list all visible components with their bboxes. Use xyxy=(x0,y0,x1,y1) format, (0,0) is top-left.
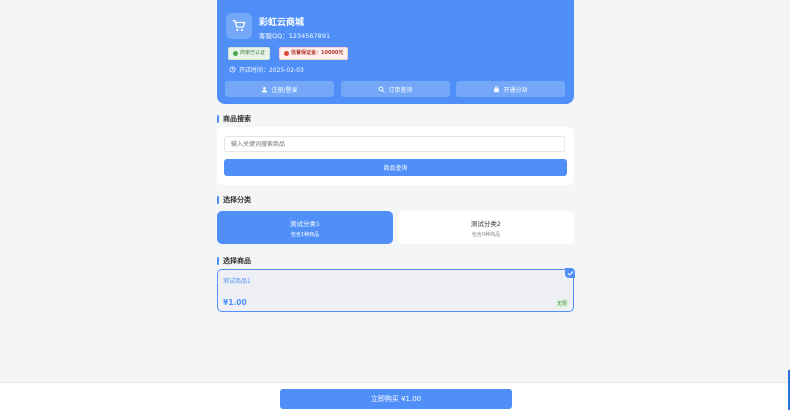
buy-now-button[interactable]: 立即购买 ¥1.00 xyxy=(280,389,512,409)
search-section-title: 商品搜索 xyxy=(217,114,574,124)
order-query-label: 订单查询 xyxy=(388,86,413,94)
login-register-label: 注册/登录 xyxy=(271,86,298,94)
product-card[interactable]: 测试商品1 ¥1.00 无限 xyxy=(217,268,575,312)
category-name: 测试分类2 xyxy=(470,219,502,228)
shop-name: 彩虹云商城 xyxy=(259,18,305,28)
shop-open-time-label: 开店时间：2025-02-03 xyxy=(239,67,304,74)
customer-service-qq: 客服QQ：1234567891 xyxy=(259,32,331,40)
search-icon xyxy=(379,86,386,93)
footer-bar: 立即购买 ¥1.00 xyxy=(0,382,790,413)
order-query-button[interactable]: 订单查询 xyxy=(341,81,450,97)
product-section-title: 选择商品 xyxy=(217,256,574,266)
shield-icon xyxy=(284,51,289,56)
category-count: 包含1种商品 xyxy=(290,231,320,238)
clock-icon xyxy=(229,66,236,73)
shopping-bag-icon xyxy=(494,85,500,92)
product-search-button[interactable]: 商品查询 xyxy=(224,159,567,176)
open-substation-label: 开通分站 xyxy=(503,86,528,94)
product-name: 测试商品1 xyxy=(223,278,251,285)
stock-badge: 无限 xyxy=(554,299,569,308)
product-price: ¥1.00 xyxy=(223,298,247,307)
search-input[interactable] xyxy=(224,136,565,152)
category-section-title-text: 选择分类 xyxy=(223,196,251,204)
category-item-2[interactable]: 测试分类2 包含0种商品 xyxy=(398,211,574,244)
category-item-1[interactable]: 测试分类1 包含1种商品 xyxy=(217,211,393,244)
shop-open-time: 开店时间：2025-02-03 xyxy=(229,65,304,74)
product-section-title-text: 选择商品 xyxy=(223,257,251,265)
search-section-title-text: 商品搜索 xyxy=(223,115,251,123)
checkmark-icon xyxy=(565,268,575,278)
deposit-badge: 信誉保证金：10000元 xyxy=(279,47,349,60)
open-substation-button[interactable]: 开通分站 xyxy=(456,81,565,97)
category-section-title: 选择分类 xyxy=(217,195,574,205)
shop-header-card: 彩虹云商城 客服QQ：1234567891 商家已认证 信誉保证金：10000元… xyxy=(217,0,574,104)
search-card: 商品查询 xyxy=(217,127,574,185)
deposit-badge-label: 信誉保证金：10000元 xyxy=(291,50,344,56)
category-count: 包含0种商品 xyxy=(471,231,501,238)
login-register-button[interactable]: 注册/登录 xyxy=(225,81,334,97)
user-icon xyxy=(262,86,268,92)
cart-icon xyxy=(226,13,252,39)
category-name: 测试分类1 xyxy=(289,219,321,228)
check-icon xyxy=(233,51,238,56)
verified-badge: 商家已认证 xyxy=(228,47,271,60)
verified-badge-label: 商家已认证 xyxy=(240,50,266,56)
